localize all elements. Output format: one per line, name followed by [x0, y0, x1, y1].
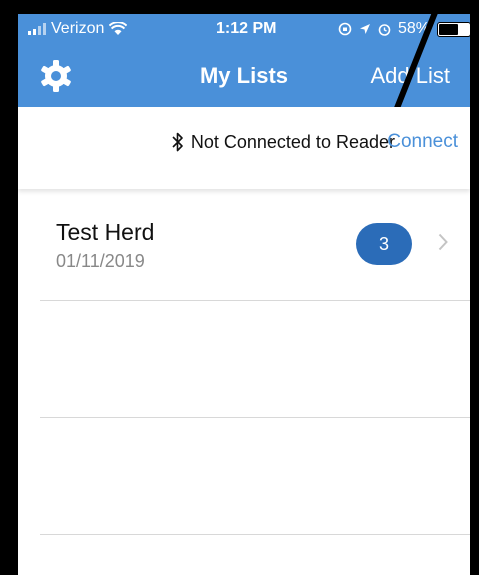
- list-item[interactable]: Test Herd 01/11/2019 3: [18, 189, 470, 300]
- alarm-icon: [378, 23, 391, 36]
- reader-connection-bar: Not Connected to Reader Connect: [18, 107, 470, 189]
- row-divider: [40, 534, 470, 535]
- battery-percent: 58%: [398, 20, 431, 37]
- signal-bars-icon: [28, 23, 46, 35]
- connection-status: Not Connected to Reader: [171, 131, 395, 153]
- list-item-date: 01/11/2019: [56, 251, 145, 271]
- bluetooth-icon: [172, 132, 183, 152]
- status-bar: Verizon 1:12 PM 58%: [18, 14, 470, 47]
- row-divider: [40, 300, 470, 301]
- connection-status-text: Not Connected to Reader: [190, 131, 395, 152]
- frame-border-left: [0, 0, 18, 575]
- chevron-right-icon: [438, 233, 448, 251]
- carrier-group: Verizon: [28, 20, 128, 38]
- count-badge: 3: [356, 223, 412, 265]
- location-arrow-icon: [360, 24, 370, 34]
- frame-border-top: [0, 0, 479, 14]
- add-list-button[interactable]: Add List: [371, 63, 451, 89]
- navigation-bar: My Lists Add List: [18, 47, 470, 107]
- gear-icon: [41, 60, 71, 92]
- status-indicators: 58%: [338, 20, 470, 38]
- wifi-icon: [109, 22, 128, 35]
- connect-button[interactable]: Connect: [387, 131, 458, 153]
- frame-border-right: [470, 0, 479, 575]
- orientation-lock-icon: [338, 22, 352, 36]
- screenshot-frame: Verizon 1:12 PM 58% My Lists Add List No…: [0, 0, 479, 575]
- lists-table: Test Herd 01/11/2019 3: [18, 189, 470, 575]
- carrier-name: Verizon: [51, 20, 105, 37]
- list-item-title: Test Herd: [56, 219, 155, 245]
- settings-button[interactable]: [38, 58, 74, 94]
- status-time: 1:12 PM: [216, 20, 277, 37]
- row-divider: [40, 417, 470, 418]
- phone-screen: Verizon 1:12 PM 58% My Lists Add List No…: [18, 14, 470, 575]
- battery-icon: [437, 21, 470, 37]
